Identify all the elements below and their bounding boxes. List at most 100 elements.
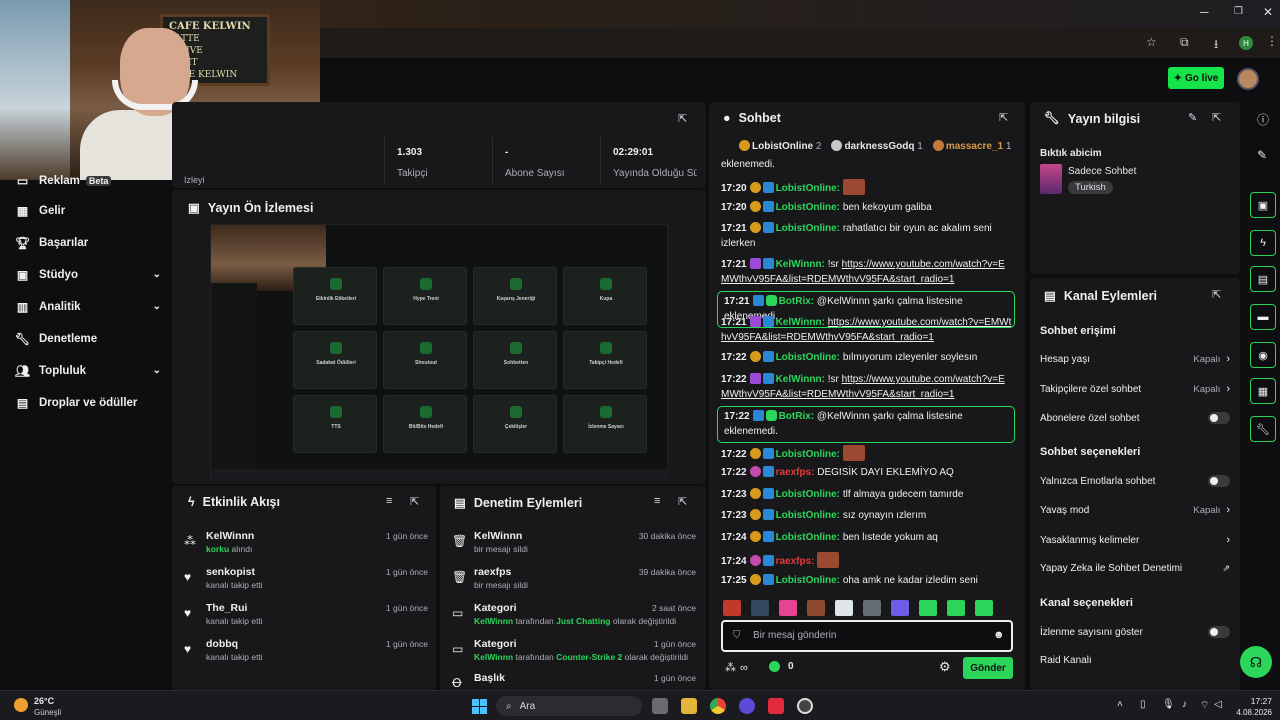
popout-icon[interactable]: ⇱ bbox=[1212, 288, 1221, 301]
pencil-icon[interactable]: ✎ bbox=[1257, 148, 1267, 162]
send-button[interactable]: Gönder bbox=[963, 657, 1013, 679]
moderation-item[interactable]: Ꝋ Başlık 1 gün önce bbox=[452, 672, 696, 690]
popout-icon[interactable]: ⇱ bbox=[999, 111, 1008, 124]
clock-date[interactable]: 4.08.2026 bbox=[1226, 708, 1272, 717]
wifi-icon[interactable]: ⌔ bbox=[1200, 699, 1209, 712]
activity-item[interactable]: ♥ The_Rui kanalı takip etti 1 gün önce bbox=[184, 602, 428, 636]
emote-button[interactable] bbox=[835, 600, 853, 616]
activity-item[interactable]: ⁂ KelWinnn korku alındı 1 gün önce bbox=[184, 530, 428, 564]
option-emote-only[interactable]: Yalnızca Emotlarla sohbet bbox=[1040, 475, 1230, 487]
task-view-icon[interactable] bbox=[652, 698, 668, 714]
popout-icon[interactable]: ⇱ bbox=[678, 112, 687, 125]
rail-marker-button[interactable]: ▤ bbox=[1250, 266, 1276, 292]
emote-button[interactable] bbox=[947, 600, 965, 616]
rail-clip-button[interactable]: ▣ bbox=[1250, 192, 1276, 218]
sidebar-item-ad[interactable]: ▭ Reklam Beta bbox=[16, 174, 161, 188]
stream-tag[interactable]: Turkish bbox=[1068, 181, 1113, 194]
moderation-item[interactable]: 🗑︎ raexfps bir mesajı sildi 39 dakika ön… bbox=[452, 566, 696, 600]
windows-start-icon[interactable] bbox=[472, 699, 487, 714]
chat-input-placeholder: Bir mesaj gönderin bbox=[753, 630, 837, 641]
minimize-icon[interactable]: ─ bbox=[1200, 5, 1209, 19]
stream-preview-video[interactable]: Etkinlik Etiketleri Hype Treni Kaşarış J… bbox=[210, 224, 669, 481]
volume-icon[interactable]: ♪ bbox=[1182, 699, 1187, 710]
filter-icon[interactable]: ≡ bbox=[654, 495, 660, 507]
stream-category[interactable]: Sadece Sohbet bbox=[1068, 166, 1136, 177]
user-avatar[interactable] bbox=[1237, 68, 1259, 90]
emote-button[interactable] bbox=[863, 600, 881, 616]
activity-item[interactable]: ♥ dobbq kanalı takip etti 1 gün önce bbox=[184, 638, 428, 672]
help-headset-button[interactable]: ☊ bbox=[1240, 646, 1272, 678]
toggle-switch[interactable] bbox=[1208, 626, 1230, 638]
restore-icon[interactable]: ❐ bbox=[1234, 6, 1243, 17]
sidebar-item-community[interactable]: 👥︎ Topluluk ⌄ bbox=[15, 364, 161, 378]
mic-icon[interactable]: 🎙︎ bbox=[1162, 699, 1175, 710]
battery-icon[interactable]: ▯ bbox=[1140, 699, 1146, 710]
chat-input[interactable]: ⛉ Bir mesaj gönderin ☻ bbox=[721, 620, 1013, 652]
edit-pencil-icon[interactable]: ✎ bbox=[1188, 111, 1197, 124]
opera-icon[interactable] bbox=[768, 698, 784, 714]
menu-dots-icon[interactable]: ⋮ bbox=[1266, 34, 1278, 48]
option-slow-mode[interactable]: Yavaş mod Kapalı › bbox=[1040, 504, 1230, 516]
extensions-icon[interactable]: ⧉ bbox=[1180, 35, 1189, 50]
sidebar-item-moderation[interactable]: 🔧︎ Denetleme bbox=[15, 332, 161, 346]
tray-chevron-icon[interactable]: ˄ bbox=[1117, 699, 1123, 710]
activity-item[interactable]: ♥ senkopist kanalı takip etti 1 gün önce bbox=[184, 566, 428, 600]
taskbar-search[interactable]: ⌕ Ara bbox=[496, 696, 642, 716]
popout-icon[interactable]: ⇱ bbox=[410, 495, 419, 508]
toggle-switch[interactable] bbox=[1208, 412, 1230, 424]
moderation-item[interactable]: ▭ Kategori KelWinnn tarafından Just Chat… bbox=[452, 602, 696, 636]
option-account-age[interactable]: Hesap yaşı Kapalı › bbox=[1040, 353, 1230, 365]
close-icon[interactable]: ✕ bbox=[1263, 5, 1273, 19]
channel-points[interactable]: 0 bbox=[769, 661, 794, 672]
settings-gear-icon[interactable]: ⚙ bbox=[939, 659, 951, 675]
option-raid-channel[interactable]: Raid Kanalı bbox=[1040, 655, 1230, 666]
sidebar-item-drops[interactable]: ▤ Droplar ve ödüller bbox=[16, 396, 161, 410]
speaker-icon[interactable]: ◁ bbox=[1214, 699, 1222, 710]
chat-user-count[interactable]: ⁂ ∞ bbox=[725, 661, 748, 675]
moderation-item[interactable]: ▭ Kategori KelWinnn tarafından Counter-S… bbox=[452, 638, 696, 672]
clock-time[interactable]: 17:27 bbox=[1234, 696, 1272, 706]
rail-raid-button[interactable]: ▦ bbox=[1250, 378, 1276, 404]
emote-button[interactable] bbox=[891, 600, 909, 616]
sidebar-item-studio[interactable]: ▣ Stüdyo ⌄ bbox=[16, 268, 161, 282]
rail-ad-button[interactable]: ϟ bbox=[1250, 230, 1276, 256]
profile-avatar[interactable]: H bbox=[1239, 36, 1253, 50]
app-icon[interactable] bbox=[739, 698, 755, 714]
option-ai-moderation[interactable]: Yapay Zeka ile Sohbet Denetimi ⇗ bbox=[1040, 563, 1230, 574]
file-explorer-icon[interactable] bbox=[681, 698, 697, 714]
option-show-viewcount[interactable]: İzlenme sayısını göster bbox=[1040, 626, 1230, 638]
popout-icon[interactable]: ⇱ bbox=[1212, 111, 1221, 124]
rail-broadcast-button[interactable]: ◉ bbox=[1250, 342, 1276, 368]
weather-temp[interactable]: 26°C bbox=[34, 696, 54, 706]
emote-button[interactable] bbox=[975, 600, 993, 616]
download-icon[interactable]: ⭳ bbox=[1214, 35, 1218, 56]
moderation-item[interactable]: 🗑︎ KelWinnn bir mesajı sildi 30 dakika ö… bbox=[452, 530, 696, 564]
rail-mod-button[interactable]: 🔧︎ bbox=[1250, 416, 1276, 442]
leaderboard-entry[interactable]: LobistOnline 2 bbox=[739, 140, 821, 152]
option-subscribers-only[interactable]: Abonelere özel sohbet bbox=[1040, 412, 1230, 424]
emote-button[interactable] bbox=[723, 600, 741, 616]
sidebar-item-achievements[interactable]: 🏆︎ Başarılar bbox=[15, 236, 161, 250]
prime-badge-icon bbox=[762, 258, 774, 269]
sidebar-item-revenue[interactable]: ▦ Gelir bbox=[16, 204, 161, 218]
obs-icon[interactable] bbox=[797, 698, 813, 714]
option-banned-words[interactable]: Yasaklanmış kelimeler › bbox=[1040, 534, 1230, 546]
emote-button[interactable] bbox=[919, 600, 937, 616]
emoji-icon[interactable]: ☻ bbox=[993, 629, 1005, 641]
emote-button[interactable] bbox=[779, 600, 797, 616]
info-icon[interactable]: ⓘ bbox=[1257, 111, 1269, 128]
leaderboard-entry[interactable]: darknessGodq 1 bbox=[831, 140, 923, 152]
go-live-button[interactable]: ✦ Go live bbox=[1168, 67, 1224, 89]
prime-badge-icon bbox=[762, 373, 774, 384]
toggle-switch[interactable] bbox=[1208, 475, 1230, 487]
bookmark-star-icon[interactable]: ☆ bbox=[1146, 35, 1157, 49]
option-followers-only[interactable]: Takipçilere özel sohbet Kapalı › bbox=[1040, 383, 1230, 395]
chrome-icon[interactable] bbox=[710, 698, 726, 714]
filter-icon[interactable]: ≡ bbox=[386, 495, 392, 507]
popout-icon[interactable]: ⇱ bbox=[678, 495, 687, 508]
rail-chat-button[interactable]: ▬ bbox=[1250, 304, 1276, 330]
sidebar-item-analytics[interactable]: ▥ Analitik ⌄ bbox=[16, 300, 161, 314]
leaderboard-entry[interactable]: massacre_1 1 bbox=[932, 140, 1011, 152]
emote-button[interactable] bbox=[807, 600, 825, 616]
emote-button[interactable] bbox=[751, 600, 769, 616]
